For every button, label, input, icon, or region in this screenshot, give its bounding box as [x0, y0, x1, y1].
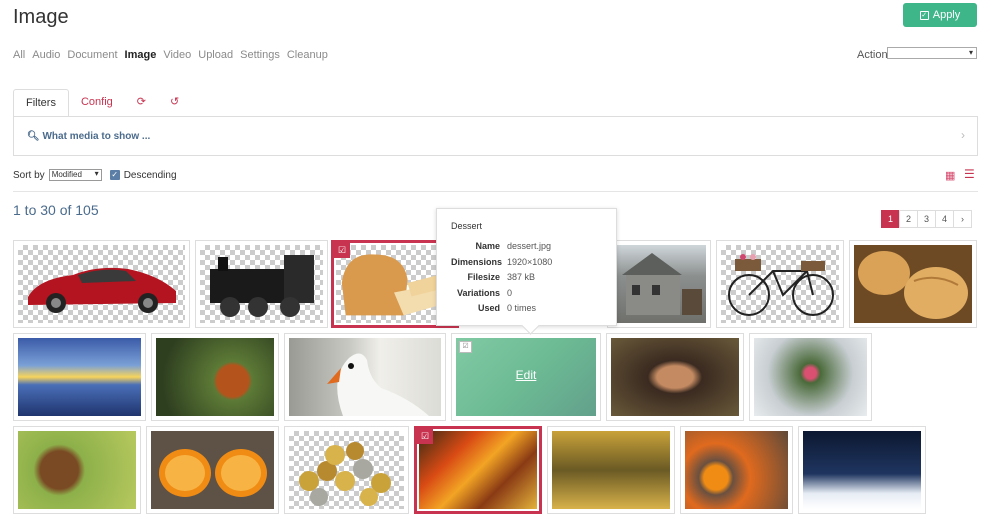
action-label: Action	[857, 49, 888, 61]
list-view-icon[interactable]: ☰	[964, 167, 975, 181]
image-red-sports-car	[18, 245, 185, 323]
thumbnail-bread-rolls[interactable]	[849, 240, 977, 328]
apply-button[interactable]: ✓ Apply	[903, 3, 977, 27]
page-4[interactable]: 4	[935, 210, 954, 228]
image-squirrel	[156, 338, 274, 416]
page-1[interactable]: 1	[881, 210, 900, 228]
page-3[interactable]: 3	[917, 210, 936, 228]
thumbnail-bicycle-with-flowers[interactable]	[716, 240, 844, 328]
thumbnail-abstract-painting[interactable]: ☑	[414, 426, 542, 514]
what-media-label: What media to show ...	[42, 131, 151, 142]
image-bicycle-with-flowers	[721, 245, 839, 323]
image-woman-portrait	[611, 338, 739, 416]
filter-panel: 🔍︎ What media to show ... ›	[13, 116, 978, 156]
undo-icon[interactable]: ↺	[158, 89, 191, 117]
sort-row: Sort by Modified ✓ Descending	[13, 169, 177, 181]
tooltip-row-variations: Variations 0	[456, 287, 513, 298]
chevron-right-icon[interactable]: ›	[961, 128, 965, 142]
tooltip-row-dimensions: Dimensions 1920×1080	[451, 256, 553, 267]
next-page[interactable]: ›	[953, 210, 972, 228]
thumbnail-red-sports-car[interactable]	[13, 240, 190, 328]
check-square-icon[interactable]: ☑	[417, 429, 433, 444]
image-stone-house	[612, 245, 706, 323]
page-title: Image	[13, 6, 69, 28]
image-flower-basket-snow	[754, 338, 867, 416]
tooltip-title: Dessert	[451, 221, 483, 231]
thumbnail-stone-house[interactable]	[607, 240, 711, 328]
edit-link[interactable]: Edit	[456, 368, 596, 382]
thumbnail-orange-halves[interactable]	[146, 426, 279, 514]
divider	[13, 191, 978, 192]
image-bread-rolls	[854, 245, 972, 323]
nav-image[interactable]: Image	[125, 49, 157, 61]
nav-all[interactable]: All	[13, 49, 25, 61]
tooltip-row-used: Used 0 times	[477, 303, 537, 314]
nav-audio[interactable]: Audio	[32, 49, 60, 61]
image-autumn-avenue	[552, 431, 670, 509]
results-count: 1 to 30 of 105	[13, 202, 99, 218]
thumbnail-fruit-faces[interactable]	[680, 426, 793, 514]
thumbnail-coins[interactable]	[284, 426, 409, 514]
nav-cleanup[interactable]: Cleanup	[287, 49, 328, 61]
thumbnail-dessert[interactable]: ☑ Edit	[451, 333, 601, 421]
tooltip-row-filesize: Filesize 387 kB	[467, 272, 536, 283]
refresh-icon[interactable]: ⟳	[125, 89, 158, 117]
image-swan	[289, 338, 441, 416]
filter-tabs: Filters Config ⟳ ↺	[13, 89, 191, 117]
image-dessert: ☑ Edit	[456, 338, 596, 416]
image-abstract-painting	[419, 431, 537, 509]
thumbnail-autumn-avenue[interactable]	[547, 426, 675, 514]
descending-label: Descending	[123, 169, 177, 181]
thumbnail-flower-basket-snow[interactable]	[749, 333, 872, 421]
nav-settings[interactable]: Settings	[240, 49, 280, 61]
check-square-icon: ✓	[919, 10, 929, 20]
what-media-toggle[interactable]: 🔍︎ What media to show ...	[27, 131, 150, 142]
tooltip-row-name: Name dessert.jpg	[475, 241, 552, 251]
check-square-icon[interactable]: ☑	[459, 341, 472, 353]
thumbnail-squirrel[interactable]	[151, 333, 279, 421]
nav-video[interactable]: Video	[163, 49, 191, 61]
sort-select[interactable]: Modified	[48, 169, 102, 181]
thumbnail-sunset-pier[interactable]	[13, 333, 146, 421]
nav-document[interactable]: Document	[67, 49, 117, 61]
action-select[interactable]: ▾	[887, 47, 977, 59]
image-steam-locomotive	[200, 245, 323, 323]
media-type-nav: All Audio Document Image Video Upload Se…	[13, 49, 328, 61]
image-snowy-forest	[803, 431, 921, 509]
thumbnail-woman-portrait[interactable]	[606, 333, 744, 421]
thumbnail-steam-locomotive[interactable]	[195, 240, 328, 328]
tab-config[interactable]: Config	[69, 89, 125, 117]
thumbnail-jumping-spider[interactable]	[13, 426, 141, 514]
image-fruit-faces	[685, 431, 788, 509]
chevron-down-icon: ▾	[968, 48, 973, 57]
grid-view-icon[interactable]: ▦	[945, 169, 955, 182]
check-square-icon[interactable]: ☑	[334, 243, 350, 258]
nav-upload[interactable]: Upload	[198, 49, 233, 61]
image-orange-halves	[151, 431, 274, 509]
media-details-tooltip: Dessert Name dessert.jpg Dimensions 1920×1…	[436, 208, 617, 326]
pagination: 1 2 3 4 ›	[881, 210, 972, 228]
page-2[interactable]: 2	[899, 210, 918, 228]
image-coins	[289, 431, 404, 509]
sort-label: Sort by	[13, 169, 45, 181]
search-icon: 🔍︎	[27, 131, 40, 142]
tab-filters[interactable]: Filters	[13, 89, 69, 117]
descending-checkbox[interactable]: ✓	[109, 170, 120, 180]
apply-label: Apply	[932, 9, 961, 21]
thumbnail-snowy-forest[interactable]	[798, 426, 926, 514]
image-jumping-spider	[18, 431, 136, 509]
thumbnail-swan[interactable]	[284, 333, 446, 421]
image-sunset-pier	[18, 338, 141, 416]
